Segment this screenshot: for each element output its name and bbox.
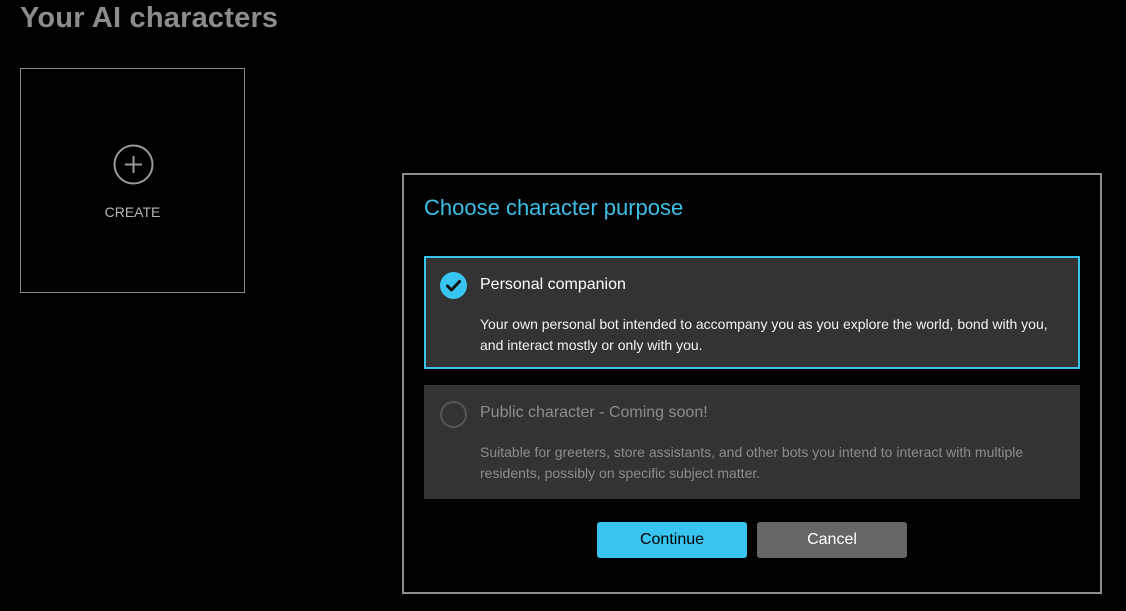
create-character-card[interactable]: CREATE xyxy=(20,68,245,293)
cancel-button[interactable]: Cancel xyxy=(757,522,907,558)
option-description: Suitable for greeters, store assistants,… xyxy=(480,444,1024,481)
check-circle-icon xyxy=(440,272,467,299)
create-label: CREATE xyxy=(104,204,161,220)
option-public-character: Public character - Coming soon! Suitable… xyxy=(424,385,1080,499)
continue-button[interactable]: Continue xyxy=(597,522,747,558)
option-title: Personal companion xyxy=(480,276,626,293)
page-title: Your AI characters xyxy=(20,2,279,34)
dialog-title: Choose character purpose xyxy=(424,195,684,220)
radio-empty-icon xyxy=(440,401,467,428)
option-description: Your own personal bot intended to accomp… xyxy=(480,316,1048,353)
option-personal-companion[interactable]: Personal companion Your own personal bot… xyxy=(424,256,1080,369)
purpose-dialog: Choose character purpose Personal compan… xyxy=(402,173,1102,594)
plus-circle-icon xyxy=(113,144,154,185)
option-title: Public character - Coming soon! xyxy=(480,404,708,421)
